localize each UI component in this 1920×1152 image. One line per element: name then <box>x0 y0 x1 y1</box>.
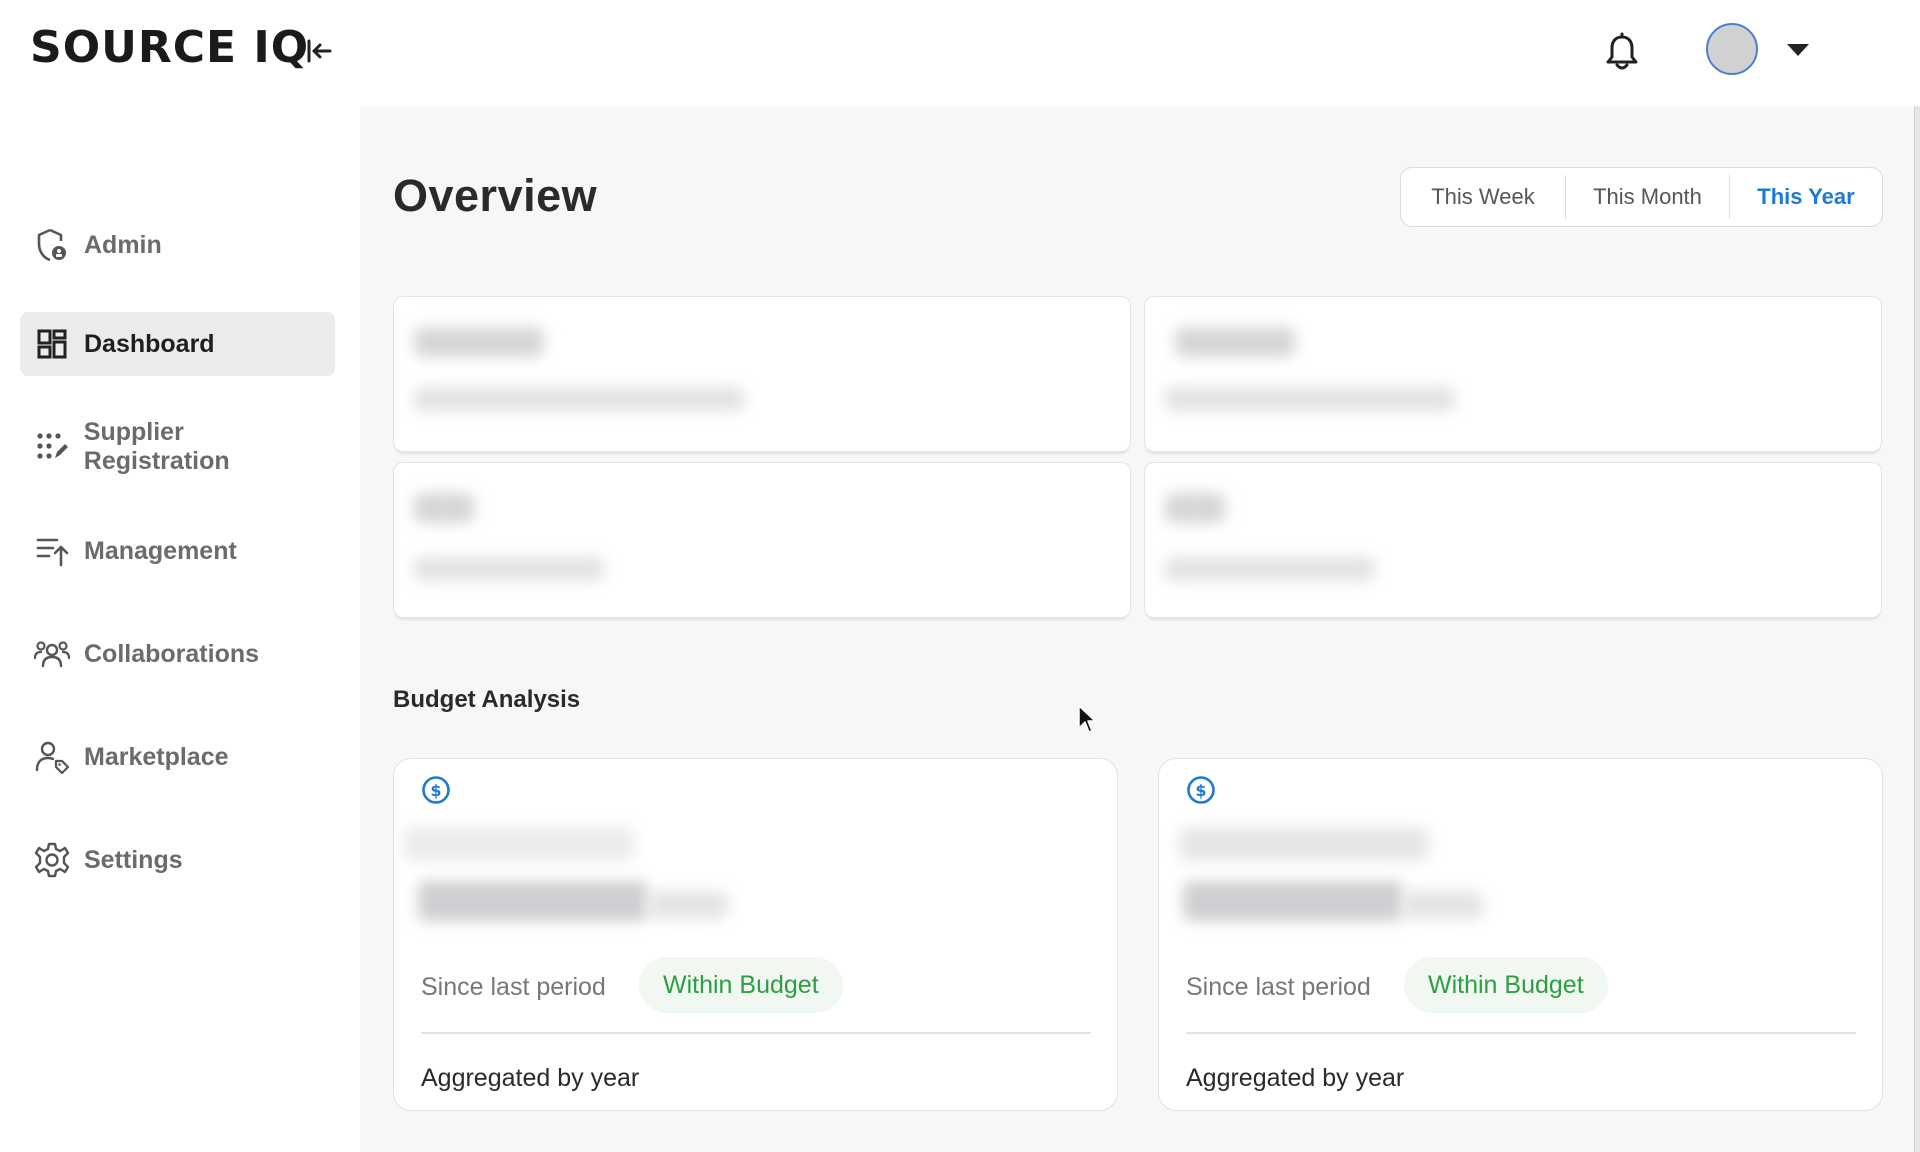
sidebar-item-management[interactable]: Management <box>20 519 335 583</box>
sidebar-item-label: Marketplace <box>84 742 229 771</box>
sidebar-item-collaborations[interactable]: Collaborations <box>20 622 335 686</box>
page-title: Overview <box>393 170 598 221</box>
redacted-label <box>1179 827 1429 861</box>
dots-edit-icon <box>34 429 70 465</box>
user-tag-icon <box>34 739 70 775</box>
sidebar-item-label: Supplier Registration <box>83 418 230 475</box>
people-group-icon <box>34 636 70 672</box>
stat-card <box>393 462 1131 618</box>
since-last-period-label: Since last period <box>1186 973 1371 1001</box>
period-this-month-button[interactable]: This Month <box>1565 175 1729 219</box>
status-badge: Within Budget <box>639 957 843 1013</box>
redacted-label <box>414 557 604 581</box>
period-this-week-button[interactable]: This Week <box>1401 175 1565 219</box>
window-scrollbar[interactable] <box>1914 0 1920 1152</box>
mouse-cursor-icon <box>1078 705 1096 733</box>
redacted-label <box>404 827 634 861</box>
shield-lock-icon <box>34 227 70 263</box>
redacted-label <box>414 387 744 411</box>
stat-card <box>393 296 1131 452</box>
aggregation-label: Aggregated by year <box>1186 1064 1405 1092</box>
gear-icon <box>34 842 70 878</box>
sidebar: Admin Dashboard Supplier Registration Ma… <box>0 106 360 1152</box>
redacted-value <box>418 881 648 921</box>
budget-card: $ Since last period Within Budget Aggreg… <box>1158 758 1883 1111</box>
collapse-sidebar-icon <box>307 39 332 63</box>
redacted-unit <box>1403 891 1483 919</box>
sidebar-item-marketplace[interactable]: Marketplace <box>20 725 335 789</box>
stat-card <box>1144 296 1882 452</box>
sidebar-item-label: Settings <box>84 845 183 874</box>
sidebar-item-settings[interactable]: Settings <box>20 828 335 892</box>
sort-list-up-icon <box>34 533 70 569</box>
sidebar-item-label: Collaborations <box>84 639 260 668</box>
divider <box>421 1032 1091 1034</box>
collapse-sidebar-button[interactable] <box>298 30 340 72</box>
redacted-value <box>1165 493 1225 523</box>
sidebar-item-label: Management <box>84 536 237 565</box>
redacted-value <box>1183 881 1403 921</box>
avatar[interactable] <box>1706 23 1758 75</box>
period-this-year-button[interactable]: This Year <box>1729 175 1882 219</box>
dollar-circle-icon: $ <box>1187 776 1215 804</box>
sidebar-item-dashboard[interactable]: Dashboard <box>20 312 335 376</box>
redacted-label <box>1165 387 1455 411</box>
section-title: Budget Analysis <box>393 686 581 713</box>
account-menu-toggle[interactable] <box>1784 40 1812 60</box>
divider <box>1186 1032 1856 1034</box>
status-badge: Within Budget <box>1404 957 1608 1013</box>
app-logo: SOURCE IQ <box>30 22 310 73</box>
sidebar-item-label: Admin <box>84 230 162 259</box>
chevron-down-icon <box>1787 44 1809 56</box>
svg-text:$: $ <box>1195 781 1206 800</box>
dollar-circle-icon: $ <box>422 776 450 804</box>
redacted-label <box>1165 557 1375 581</box>
top-bar: SOURCE IQ <box>0 0 1920 106</box>
notifications-button[interactable] <box>1600 28 1644 76</box>
period-selector: This Week This Month This Year <box>1400 167 1883 227</box>
sidebar-item-admin[interactable]: Admin <box>20 213 335 277</box>
redacted-unit <box>648 891 728 919</box>
redacted-value <box>414 327 544 357</box>
redacted-value <box>1175 327 1295 357</box>
stat-card <box>1144 462 1882 618</box>
bell-icon <box>1606 32 1638 70</box>
aggregation-label: Aggregated by year <box>421 1064 640 1092</box>
budget-card: $ Since last period Within Budget Aggreg… <box>393 758 1118 1111</box>
since-last-period-label: Since last period <box>421 973 606 1001</box>
dashboard-grid-icon <box>34 326 70 362</box>
sidebar-item-supplier-registration[interactable]: Supplier Registration <box>20 415 335 479</box>
sidebar-item-label: Dashboard <box>84 329 215 358</box>
redacted-value <box>414 493 474 523</box>
svg-text:$: $ <box>430 781 441 800</box>
